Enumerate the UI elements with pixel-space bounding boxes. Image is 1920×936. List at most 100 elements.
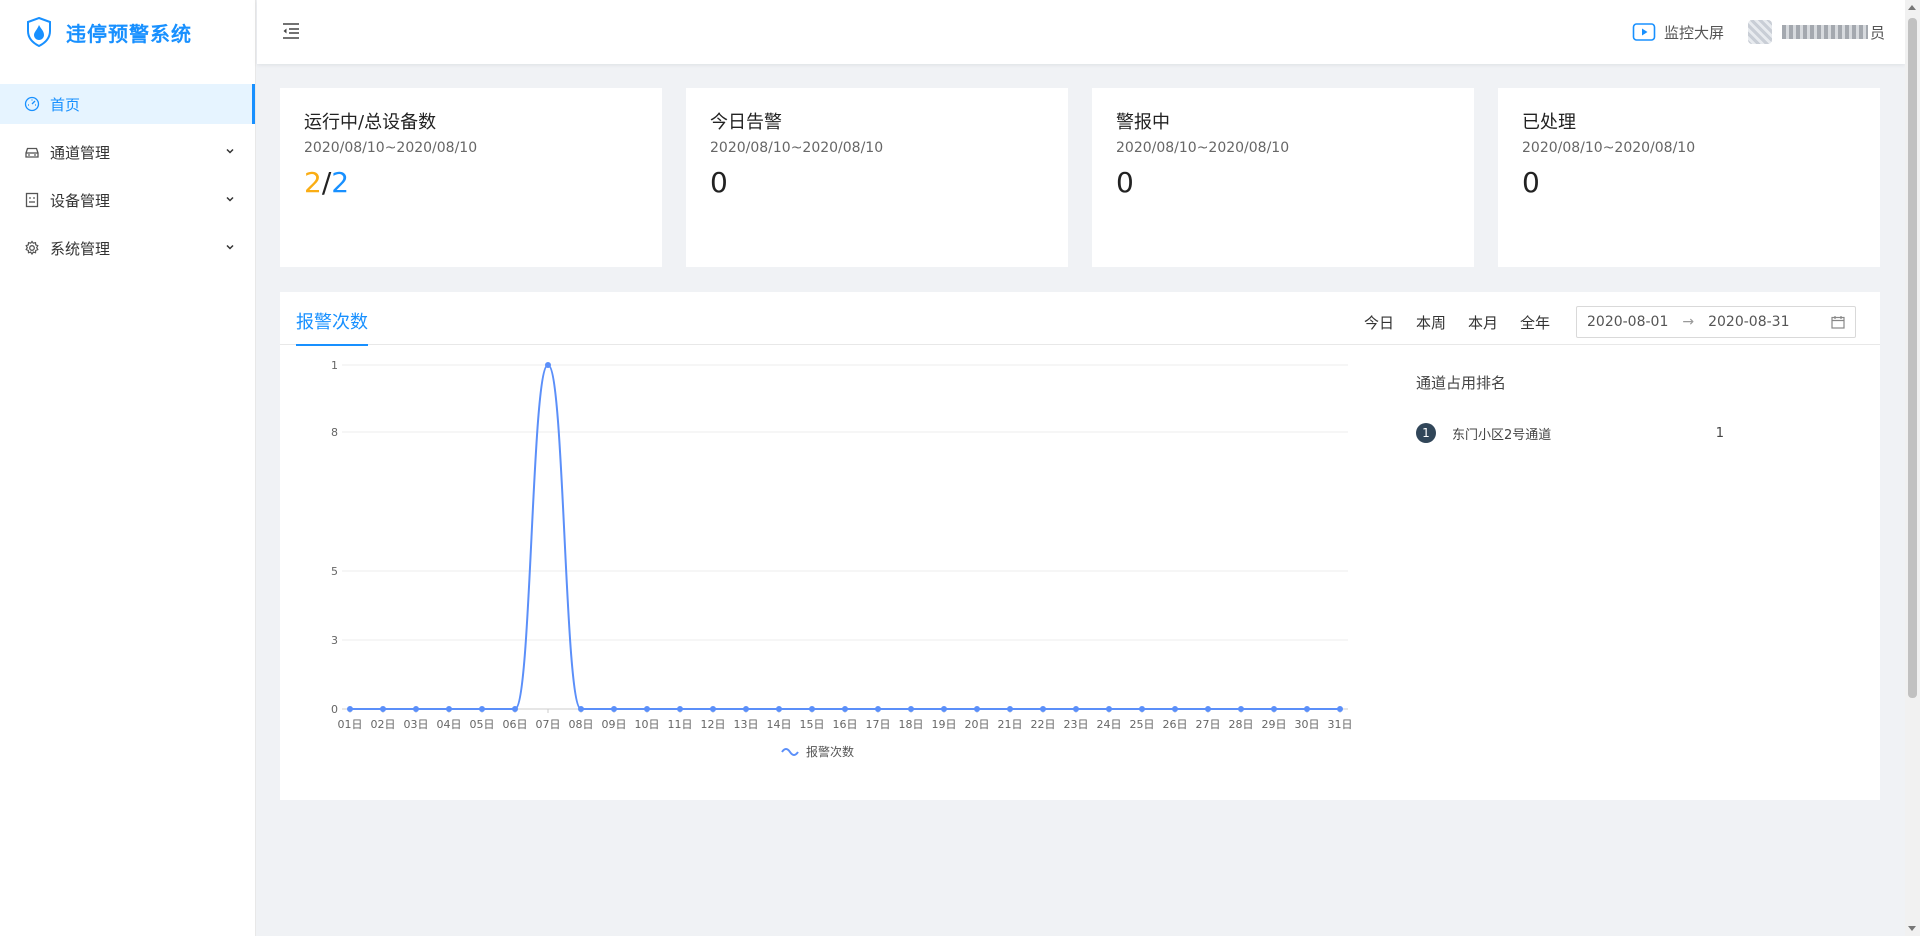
y-tick-label: 3 — [331, 634, 338, 647]
x-tick-label: 04日 — [437, 718, 462, 731]
x-tick-label: 25日 — [1130, 718, 1155, 731]
x-tick-label: 07日 — [536, 718, 561, 731]
sidebar-item-device[interactable]: 设备管理 — [0, 180, 255, 220]
date-end[interactable]: 2020-08-31 — [1708, 314, 1789, 330]
x-tick-label: 11日 — [668, 718, 693, 731]
card-value: 0 — [710, 166, 728, 199]
x-tick-label: 16日 — [833, 718, 858, 731]
sidebar-item-label: 首页 — [50, 95, 81, 114]
range-week[interactable]: 本周 — [1416, 312, 1446, 333]
range-month[interactable]: 本月 — [1468, 312, 1498, 333]
data-point — [380, 706, 386, 712]
ranking-title: 通道占用排名 — [1416, 374, 1507, 392]
data-point — [875, 706, 881, 712]
x-tick-label: 24日 — [1097, 718, 1122, 731]
range-today[interactable]: 今日 — [1364, 312, 1394, 333]
alarm-chart-panel: 报警次数 今日 本周 本月 全年 2020-08-01 → 2020-08-31… — [280, 292, 1880, 800]
header-actions: 监控大屏 员 — [1632, 0, 1885, 64]
x-tick-label: 15日 — [800, 718, 825, 731]
data-point — [446, 706, 452, 712]
value-separator: / — [321, 166, 332, 199]
range-selector: 今日 本周 本月 全年 2020-08-01 → 2020-08-31 — [1364, 306, 1856, 338]
x-tick-label: 28日 — [1229, 718, 1254, 731]
card-title: 今日告警 — [710, 112, 782, 133]
x-tick-label: 06日 — [503, 718, 528, 731]
x-tick-label: 13日 — [734, 718, 759, 731]
data-point — [479, 706, 485, 712]
dashboard-icon — [24, 96, 40, 112]
card-title: 警报中 — [1116, 112, 1170, 133]
scroll-up-arrow[interactable] — [1908, 5, 1916, 10]
stat-card-devices: 运行中/总设备数 2020/08/10~2020/08/10 2/2 — [280, 88, 662, 267]
stat-card-handled: 已处理 2020/08/10~2020/08/10 0 — [1498, 88, 1880, 267]
card-date: 2020/08/10~2020/08/10 — [1116, 140, 1290, 156]
x-tick-label: 17日 — [866, 718, 891, 731]
stat-card-alarming: 警报中 2020/08/10~2020/08/10 0 — [1092, 88, 1474, 267]
scroll-thumb[interactable] — [1908, 18, 1917, 698]
sidebar-item-channel[interactable]: 通道管理 — [0, 132, 255, 172]
scroll-down-arrow[interactable] — [1908, 926, 1916, 931]
user-menu[interactable]: 员 — [1747, 20, 1885, 44]
side-menu: 首页 通道管理 设备管理 系统管理 — [0, 84, 255, 268]
x-tick-label: 20日 — [965, 718, 990, 731]
y-tick-label: 1 — [331, 359, 338, 372]
car-icon — [24, 144, 40, 160]
x-tick-label: 19日 — [932, 718, 957, 731]
sidebar-item-system[interactable]: 系统管理 — [0, 228, 255, 268]
series-line — [349, 363, 1340, 710]
card-title: 运行中/总设备数 — [304, 112, 437, 133]
chevron-down-icon — [226, 244, 234, 250]
data-point — [347, 706, 353, 712]
avatar — [1747, 20, 1772, 44]
monitor-screen-link[interactable]: 监控大屏 — [1632, 22, 1724, 43]
device-icon — [24, 192, 40, 208]
x-tick-label: 05日 — [470, 718, 495, 731]
legend-swatch — [781, 748, 799, 756]
y-tick-label: 0 — [331, 703, 338, 716]
x-tick-label: 26日 — [1163, 718, 1188, 731]
card-date: 2020/08/10~2020/08/10 — [1522, 140, 1696, 156]
x-tick-label: 14日 — [767, 718, 792, 731]
x-tick-label: 23日 — [1064, 718, 1089, 731]
x-tick-label: 27日 — [1196, 718, 1221, 731]
x-tick-label: 08日 — [569, 718, 594, 731]
data-point — [1238, 706, 1244, 712]
data-point — [1205, 706, 1211, 712]
gear-icon — [24, 240, 40, 256]
data-point — [710, 706, 716, 712]
data-point — [908, 706, 914, 712]
data-point — [743, 706, 749, 712]
data-point — [776, 706, 782, 712]
menu-fold-icon[interactable] — [281, 22, 301, 40]
shield-icon — [27, 17, 51, 47]
x-tick-label: 18日 — [899, 718, 924, 731]
sidebar-item-label: 设备管理 — [50, 191, 111, 210]
date-start[interactable]: 2020-08-01 — [1587, 314, 1668, 330]
data-point — [1106, 706, 1112, 712]
data-point — [578, 706, 584, 712]
sidebar-item-label: 系统管理 — [50, 239, 111, 258]
rank-value: 1 — [1715, 425, 1724, 441]
data-point — [941, 706, 947, 712]
tab-alarm-count[interactable]: 报警次数 — [296, 308, 368, 346]
y-tick-label: 8 — [331, 426, 338, 439]
logo[interactable]: 违停预警系统 — [0, 0, 255, 64]
sidebar: 违停预警系统 首页 通道管理 设备管理 系统管理 — [0, 0, 256, 936]
rank-channel-name: 东门小区2号通道 — [1452, 427, 1552, 443]
username-suffix: 员 — [1869, 23, 1885, 42]
page-scrollbar[interactable] — [1905, 0, 1920, 936]
date-range-picker[interactable]: 2020-08-01 → 2020-08-31 — [1576, 306, 1856, 338]
x-tick-label: 30日 — [1295, 718, 1320, 731]
data-point — [1040, 706, 1046, 712]
data-point — [677, 706, 683, 712]
range-year[interactable]: 全年 — [1520, 312, 1550, 333]
card-value: 2/2 — [304, 166, 638, 199]
data-point — [413, 706, 419, 712]
x-tick-label: 03日 — [404, 718, 429, 731]
sidebar-item-home[interactable]: 首页 — [0, 84, 255, 124]
y-tick-label: 5 — [331, 565, 338, 578]
card-value: 0 — [1116, 166, 1134, 199]
data-point — [842, 706, 848, 712]
ranking-row: 1 东门小区2号通道 1 — [1416, 423, 1776, 443]
data-point — [1007, 706, 1013, 712]
